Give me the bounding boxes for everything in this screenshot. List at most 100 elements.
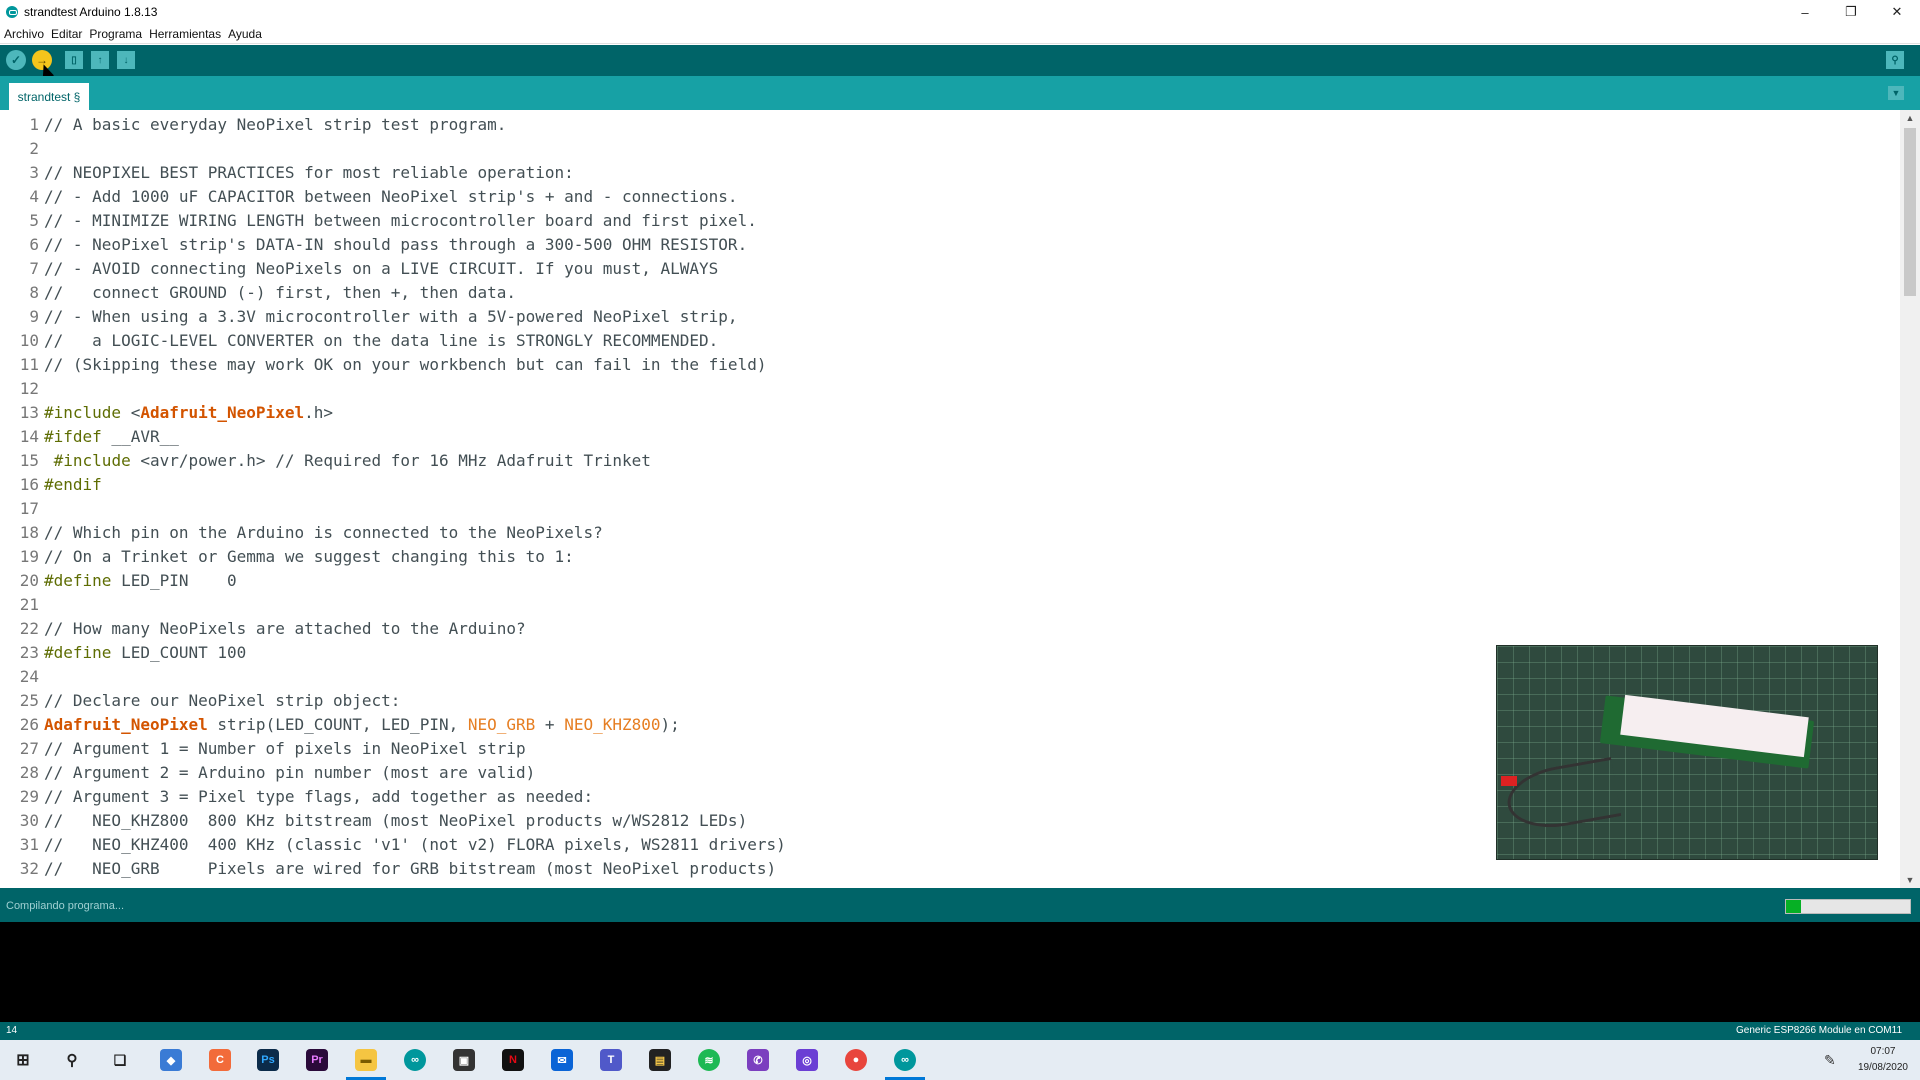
line-number: 20	[19, 571, 39, 590]
line-number: 10	[19, 331, 39, 350]
teams-icon[interactable]: T	[600, 1049, 622, 1071]
code-line[interactable]: #define LED_PIN 0	[44, 569, 237, 593]
line-number: 23	[19, 643, 39, 662]
tab-strandtest[interactable]: strandtest §	[9, 83, 89, 110]
line-number-gutter: 1 2 3 4 5 6 7 8 9 10 11 12 13 14 15 16 17 18 19 20 21 22 23 24 2…	[0, 110, 40, 888]
line-number: 2	[29, 139, 39, 158]
code-line[interactable]: Adafruit_NeoPixel strip(LED_COUNT, LED_P…	[44, 713, 680, 737]
mail-icon[interactable]: ✉	[551, 1049, 573, 1071]
code-line[interactable]: // Argument 1 = Number of pixels in NeoP…	[44, 737, 526, 761]
open-button[interactable]: ↑	[91, 51, 109, 69]
save-down-arrow-icon: ↓	[123, 54, 129, 66]
app-c-icon[interactable]: C	[209, 1049, 231, 1071]
code-line[interactable]: // - NeoPixel strip's DATA-IN should pas…	[44, 233, 747, 257]
menu-ayuda[interactable]: Ayuda	[228, 27, 262, 41]
line-number: 6	[29, 235, 39, 254]
check-icon: ✓	[10, 53, 22, 67]
line-number: 13	[19, 403, 39, 422]
code-line[interactable]: #define LED_COUNT 100	[44, 641, 246, 665]
file-explorer-icon[interactable]: ▬	[355, 1049, 377, 1071]
minimize-button[interactable]: –	[1782, 0, 1828, 24]
line-number: 30	[19, 811, 39, 830]
arduino-active-taskbar-icon[interactable]: ∞	[894, 1049, 916, 1071]
line-number: 18	[19, 523, 39, 542]
line-number: 17	[19, 499, 39, 518]
code-line[interactable]: // - When using a 3.3V microcontroller w…	[44, 305, 738, 329]
code-line[interactable]: // - MINIMIZE WIRING LENGTH between micr…	[44, 209, 757, 233]
pen-icon[interactable]: ✎	[1824, 1052, 1840, 1068]
code-line[interactable]: // (Skipping these may work OK on your w…	[44, 353, 766, 377]
menu-herramientas[interactable]: Herramientas	[149, 27, 221, 41]
menu-programa[interactable]: Programa	[89, 27, 142, 41]
task-view-icon[interactable]: ❏	[109, 1049, 131, 1071]
line-number: 22	[19, 619, 39, 638]
premiere-icon[interactable]: Pr	[306, 1049, 328, 1071]
line-number: 21	[19, 595, 39, 614]
code-line[interactable]: // NEO_KHZ800 800 KHz bitstream (most Ne…	[44, 809, 747, 833]
code-line[interactable]: // a LOGIC-LEVEL CONVERTER on the data l…	[44, 329, 718, 353]
code-line[interactable]: // How many NeoPixels are attached to th…	[44, 617, 526, 641]
line-number: 26	[19, 715, 39, 734]
code-line[interactable]: // - Add 1000 uF CAPACITOR between NeoPi…	[44, 185, 738, 209]
search-icon[interactable]: ⚲	[61, 1049, 83, 1071]
browser-app-icon[interactable]: ◆	[160, 1049, 182, 1071]
windows-start-icon[interactable]: ⊞	[12, 1049, 34, 1071]
menu-archivo[interactable]: Archivo	[4, 27, 44, 41]
status-message: Compilando programa...	[6, 900, 125, 912]
status-bar: Compilando programa...	[0, 888, 1920, 922]
code-line[interactable]: // Argument 3 = Pixel type flags, add to…	[44, 785, 593, 809]
code-line[interactable]: // NEO_KHZ400 400 KHz (classic 'v1' (not…	[44, 833, 786, 857]
clock-time: 07:07	[1870, 1046, 1896, 1057]
arduino-taskbar-icon[interactable]: ∞	[404, 1049, 426, 1071]
line-number: 8	[29, 283, 39, 302]
windows-taskbar: ⊞ ⚲ ❏ ◆ C Ps Pr ▬ ∞ ▣ N ✉ T ▤ ≋ ✆ ◎ ● ∞ …	[0, 1040, 1920, 1080]
vertical-scrollbar[interactable]: ▲ ▼	[1900, 110, 1920, 888]
chrome-icon[interactable]: ●	[845, 1049, 867, 1071]
media-app-icon[interactable]: ▤	[649, 1049, 671, 1071]
scroll-down-arrow-icon[interactable]: ▼	[1904, 874, 1916, 886]
code-line[interactable]: // NEO_GRB Pixels are wired for GRB bits…	[44, 857, 776, 881]
line-number: 31	[19, 835, 39, 854]
menu-bar: Archivo Editar Programa Herramientas Ayu…	[0, 24, 1920, 44]
code-line[interactable]: #include <Adafruit_NeoPixel.h>	[44, 401, 333, 425]
line-number: 1	[29, 115, 39, 134]
code-line[interactable]: // On a Trinket or Gemma we suggest chan…	[44, 545, 574, 569]
serial-monitor-button[interactable]: ⚲	[1886, 51, 1904, 69]
console-output[interactable]	[0, 922, 1920, 1022]
code-line[interactable]: #endif	[44, 473, 102, 497]
code-line[interactable]: // A basic everyday NeoPixel strip test …	[44, 113, 506, 137]
code-line[interactable]: // connect GROUND (-) first, then +, the…	[44, 281, 516, 305]
code-line[interactable]: #include <avr/power.h> // Required for 1…	[44, 449, 651, 473]
new-button[interactable]: ▯	[65, 51, 83, 69]
board-port-info: Generic ESP8266 Module en COM11	[1735, 1025, 1902, 1036]
line-number: 14	[19, 427, 39, 446]
verify-button[interactable]: ✓	[6, 50, 26, 70]
code-line[interactable]: // - AVOID connecting NeoPixels on a LIV…	[44, 257, 718, 281]
line-number: 9	[29, 307, 39, 326]
current-line-number: 14	[6, 1025, 18, 1036]
scrollbar-thumb[interactable]	[1904, 128, 1916, 296]
menu-editar[interactable]: Editar	[51, 27, 82, 41]
spotify-icon[interactable]: ≋	[698, 1049, 720, 1071]
code-line[interactable]: // Which pin on the Arduino is connected…	[44, 521, 603, 545]
info-bar: 14 Generic ESP8266 Module en COM11	[0, 1022, 1920, 1040]
code-line[interactable]: // NEOPIXEL BEST PRACTICES for most reli…	[44, 161, 574, 185]
instagram-icon[interactable]: ◎	[796, 1049, 818, 1071]
clock[interactable]: 07:07 19/08/2020	[1858, 1044, 1908, 1076]
window-controls: – ❐ ✕	[1782, 0, 1920, 24]
netflix-icon[interactable]: N	[502, 1049, 524, 1071]
code-line[interactable]: // Argument 2 = Arduino pin number (most…	[44, 761, 535, 785]
code-line[interactable]: // Declare our NeoPixel strip object:	[44, 689, 400, 713]
photoshop-icon[interactable]: Ps	[257, 1049, 279, 1071]
line-number: 16	[19, 475, 39, 494]
scroll-up-arrow-icon[interactable]: ▲	[1904, 112, 1916, 124]
whatsapp-icon[interactable]: ✆	[747, 1049, 769, 1071]
save-button[interactable]: ↓	[117, 51, 135, 69]
close-button[interactable]: ✕	[1874, 0, 1920, 24]
store-icon[interactable]: ▣	[453, 1049, 475, 1071]
code-line[interactable]: #ifdef __AVR__	[44, 425, 179, 449]
compile-progress-bar	[1785, 899, 1911, 914]
window-title: strandtest Arduino 1.8.13	[24, 5, 158, 19]
tab-menu-button[interactable]: ▼	[1888, 86, 1904, 100]
restore-button[interactable]: ❐	[1828, 0, 1874, 24]
